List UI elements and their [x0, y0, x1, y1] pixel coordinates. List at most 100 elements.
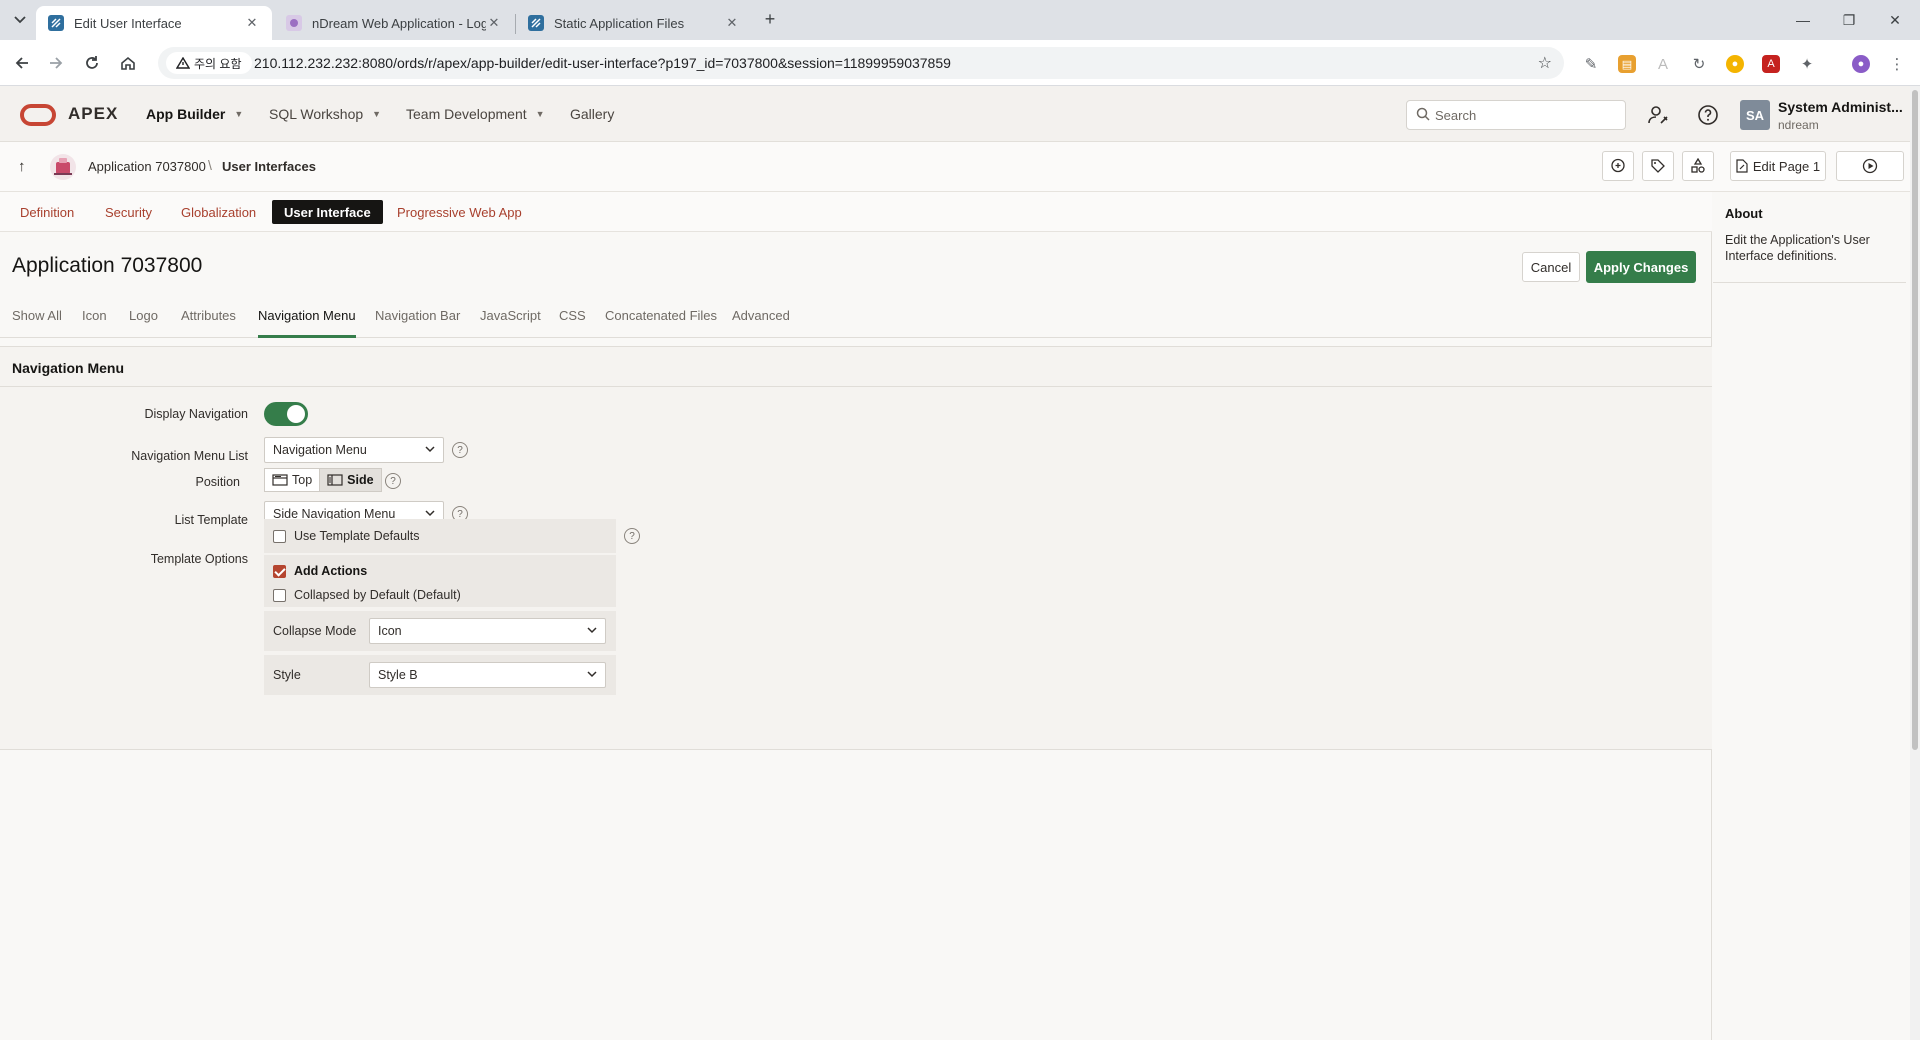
help-icon[interactable]: ?: [385, 473, 401, 489]
browser-tab-edit-user-interface[interactable]: Edit User Interface ✕: [36, 6, 272, 40]
section-tab-attributes[interactable]: Attributes: [181, 308, 236, 338]
section-tab-css[interactable]: CSS: [559, 308, 586, 338]
pen-extension-icon[interactable]: ✎: [1582, 55, 1600, 73]
section-tab-navigation-bar[interactable]: Navigation Bar: [375, 308, 460, 338]
tag-icon: [1651, 159, 1665, 173]
section-tab-concatenated-files[interactable]: Concatenated Files: [605, 308, 717, 338]
select-value: Icon: [378, 624, 402, 638]
tab-user-interface[interactable]: User Interface: [272, 200, 383, 224]
section-tab-show-all[interactable]: Show All: [12, 308, 62, 338]
back-arrow-icon[interactable]: [8, 49, 36, 77]
utilities-button[interactable]: [1682, 151, 1714, 181]
tab-definition[interactable]: Definition: [8, 200, 86, 224]
home-icon[interactable]: [114, 49, 142, 77]
minimize-window-icon[interactable]: —: [1780, 0, 1826, 40]
shared-components-button[interactable]: [1642, 151, 1674, 181]
address-bar[interactable]: 주의 요함 210.112.232.232:8080/ords/r/apex/a…: [158, 47, 1564, 79]
about-panel: About Edit the Application's User Interf…: [1713, 192, 1920, 1040]
select-value: Style B: [378, 668, 418, 682]
pdf-extension-icon[interactable]: A: [1762, 55, 1780, 73]
position-side-option[interactable]: Side: [320, 468, 382, 492]
apply-changes-button[interactable]: Apply Changes: [1586, 251, 1696, 283]
close-tab-icon[interactable]: ✕: [724, 15, 740, 31]
edit-page-button[interactable]: Edit Page 1: [1730, 151, 1826, 181]
administration-icon[interactable]: [1645, 102, 1671, 128]
close-window-icon[interactable]: ✕: [1872, 0, 1918, 40]
about-text: Edit the Application's User Interface de…: [1725, 233, 1870, 263]
display-navigation-toggle[interactable]: [264, 402, 308, 426]
edit-subtabs: Definition Security Globalization User I…: [0, 192, 1712, 232]
security-warning-chip[interactable]: 주의 요함: [166, 52, 252, 74]
coin-extension-icon[interactable]: ●: [1726, 55, 1744, 73]
help-icon[interactable]: ?: [624, 528, 640, 544]
url-text[interactable]: 210.112.232.232:8080/ords/r/apex/app-bui…: [254, 55, 951, 71]
tab-search-chevron-icon[interactable]: [8, 8, 32, 32]
oracle-logo-icon[interactable]: [20, 104, 56, 126]
extensions-puzzle-icon[interactable]: ✦: [1798, 55, 1816, 73]
main-content: Application 7037800 Cancel Apply Changes…: [0, 232, 1712, 1040]
nav-gallery[interactable]: Gallery: [570, 106, 614, 122]
user-name[interactable]: System Administ...: [1778, 99, 1903, 115]
restore-window-icon[interactable]: ❐: [1826, 0, 1872, 40]
section-tab-advanced[interactable]: Advanced: [732, 308, 790, 338]
chevron-down-icon: ▼: [535, 109, 545, 119]
feedback-button[interactable]: [1602, 151, 1634, 181]
list-template-label: List Template: [174, 513, 248, 527]
top-layout-icon: [272, 474, 288, 486]
new-tab-plus-icon[interactable]: +: [758, 8, 782, 32]
bookmark-star-icon[interactable]: ☆: [1538, 53, 1552, 73]
help-icon[interactable]: [1695, 102, 1721, 128]
add-actions-checkbox[interactable]: [273, 565, 286, 578]
user-workspace: ndream: [1778, 118, 1819, 132]
nav-app-builder[interactable]: App Builder ▼: [146, 106, 243, 122]
close-tab-icon[interactable]: ✕: [244, 15, 260, 31]
chevron-down-icon: ▼: [372, 109, 382, 119]
style-select[interactable]: Style B: [369, 662, 606, 688]
region-header: Navigation Menu: [0, 347, 1712, 387]
help-icon[interactable]: ?: [452, 442, 468, 458]
breadcrumb-application[interactable]: Application 7037800: [88, 159, 206, 174]
collapse-mode-select[interactable]: Icon: [369, 618, 606, 644]
font-extension-icon[interactable]: A: [1654, 55, 1672, 73]
section-tab-logo[interactable]: Logo: [129, 308, 158, 338]
browser-menu-icon[interactable]: ⋮: [1888, 55, 1906, 73]
up-arrow-icon[interactable]: ↑: [18, 158, 26, 175]
use-template-defaults-checkbox[interactable]: [273, 530, 286, 543]
play-icon: [1862, 158, 1878, 174]
add-actions-label: Add Actions: [294, 564, 368, 578]
run-page-button[interactable]: [1836, 151, 1904, 181]
chevron-down-icon: [425, 510, 435, 517]
style-label: Style: [273, 668, 301, 682]
reload-icon[interactable]: [78, 49, 106, 77]
close-tab-icon[interactable]: ✕: [486, 15, 502, 31]
section-tab-javascript[interactable]: JavaScript: [480, 308, 541, 338]
apex-header: APEX App Builder ▼ SQL Workshop ▼ Team Dev…: [0, 86, 1920, 142]
navigation-menu-list-select[interactable]: Navigation Menu: [264, 437, 444, 463]
chevron-down-icon: [587, 627, 597, 634]
search-input[interactable]: [1435, 105, 1615, 125]
cancel-button[interactable]: Cancel: [1522, 252, 1580, 282]
tab-progressive-web-app[interactable]: Progressive Web App: [385, 200, 534, 224]
user-avatar[interactable]: SA: [1740, 100, 1770, 130]
browser-toolbar: 주의 요함 210.112.232.232:8080/ords/r/apex/a…: [0, 40, 1920, 86]
forward-arrow-icon[interactable]: [42, 49, 70, 77]
page-scrollbar[interactable]: [1910, 86, 1920, 1040]
template-checkbox-options: Add Actions Collapsed by Default (Defaul…: [264, 555, 616, 607]
profile-icon[interactable]: ●: [1852, 55, 1870, 73]
about-title: About: [1725, 206, 1763, 221]
apex-brand[interactable]: APEX: [68, 104, 118, 124]
browser-tab-static-files[interactable]: Static Application Files ✕: [516, 6, 752, 40]
tab-globalization[interactable]: Globalization: [169, 200, 268, 224]
nav-sql-workshop[interactable]: SQL Workshop ▼: [269, 106, 381, 122]
sync-extension-icon[interactable]: ↻: [1690, 55, 1708, 73]
scrollbar-thumb[interactable]: [1912, 90, 1918, 750]
notes-extension-icon[interactable]: ▤: [1618, 55, 1636, 73]
section-tab-navigation-menu[interactable]: Navigation Menu: [258, 308, 356, 338]
position-top-option[interactable]: Top: [264, 468, 321, 492]
browser-tab-ndream-login[interactable]: nDream Web Application - Log ✕: [274, 6, 514, 40]
section-tab-icon[interactable]: Icon: [82, 308, 107, 338]
tab-security[interactable]: Security: [93, 200, 164, 224]
search-field[interactable]: [1406, 100, 1626, 130]
nav-team-development[interactable]: Team Development ▼: [406, 106, 545, 122]
collapsed-by-default-checkbox[interactable]: [273, 589, 286, 602]
